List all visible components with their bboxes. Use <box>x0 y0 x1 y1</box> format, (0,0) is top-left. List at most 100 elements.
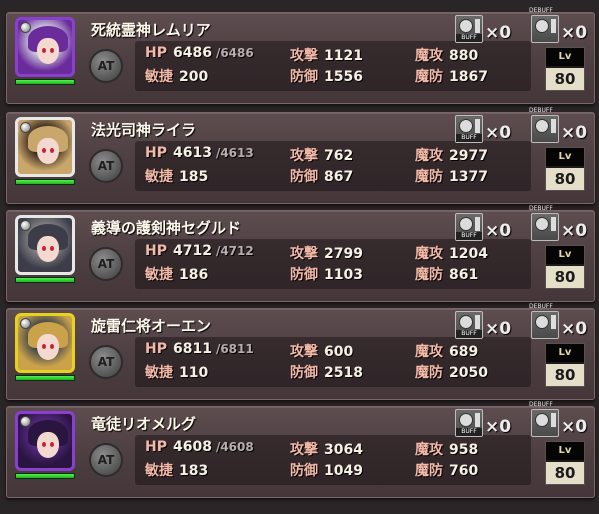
stat-max: /4608 <box>215 440 254 454</box>
portrait-eye <box>42 48 46 53</box>
debuff-icon[interactable]: DEBUFF <box>529 7 559 43</box>
stat-value: 1103 <box>324 267 363 283</box>
buff-icon[interactable]: BUFF <box>455 115 483 143</box>
level-value: 80 <box>546 462 584 484</box>
debuff-symbol-icon <box>535 315 549 329</box>
buff-icon[interactable]: BUFF <box>455 409 483 437</box>
unit-card[interactable]: 法光司神ライラ AT HP 4613/4613 敏捷 185 攻撃 762 防御 867… <box>6 107 595 204</box>
portrait-eye <box>42 344 46 349</box>
level-box: Lv 80 <box>545 343 585 387</box>
stat-label: 敏捷 <box>145 169 173 185</box>
portrait-face <box>37 138 59 164</box>
stat-magic-attack: 魔攻 880 <box>415 45 478 65</box>
stat-label: HP <box>145 145 167 161</box>
level-box: Lv 80 <box>545 245 585 289</box>
attack-type-badge: AT <box>89 345 123 379</box>
buff-arrow-icon <box>475 413 480 427</box>
debuff-icon[interactable]: DEBUFF <box>529 303 559 339</box>
stat-label: 防御 <box>290 365 318 381</box>
rarity-gem-icon <box>20 22 31 33</box>
stat-magic-attack: 魔攻 2977 <box>415 145 488 165</box>
stat-speed: 敏捷 185 <box>145 166 208 186</box>
unit-card[interactable]: 義導の護剣神セグルド AT HP 4712/4712 敏捷 186 攻撃 2799 防… <box>6 205 595 302</box>
portrait-face <box>37 236 59 262</box>
buff-icon[interactable]: BUFF <box>455 311 483 339</box>
stat-value: 2518 <box>324 365 363 381</box>
debuff-arrow-icon <box>551 19 556 33</box>
stat-max: /4712 <box>215 244 254 258</box>
stat-magic-attack: 魔攻 1204 <box>415 243 488 263</box>
unit-portrait[interactable] <box>15 411 75 471</box>
buff-icon[interactable]: BUFF <box>455 15 483 43</box>
party-list: 死統霊神レムリア AT HP 6486/6486 敏捷 200 攻撃 1121 防御 1… <box>0 0 599 514</box>
buff-arrow-icon <box>475 315 480 329</box>
stat-value: 600 <box>324 344 354 360</box>
stat-value: 6811 <box>172 341 212 357</box>
stat-max: /6486 <box>215 46 254 60</box>
debuff-tag: DEBUFF <box>529 7 553 14</box>
debuff-arrow-icon <box>551 413 556 427</box>
buff-icon[interactable]: BUFF <box>455 213 483 241</box>
stat-value: 762 <box>324 148 354 164</box>
rarity-gem-icon <box>20 318 31 329</box>
hp-bar <box>15 79 75 85</box>
buff-arrow-icon <box>475 217 480 231</box>
stat-defense: 防御 867 <box>290 166 353 186</box>
portrait-eye <box>50 442 54 447</box>
stat-attack: 攻撃 2799 <box>290 243 363 263</box>
level-value: 80 <box>546 266 584 288</box>
stat-hp: HP 6811/6811 <box>145 341 254 357</box>
unit-portrait[interactable] <box>15 17 75 77</box>
stat-hp: HP 4712/4712 <box>145 243 254 259</box>
stat-label: 魔攻 <box>415 48 443 64</box>
buff-tag: BUFF <box>456 330 482 338</box>
unit-card[interactable]: 旋雷仁将オーエン AT HP 6811/6811 敏捷 110 攻撃 600 防御 25… <box>6 303 595 400</box>
stat-label: 魔防 <box>415 267 443 283</box>
stat-max: /4613 <box>215 146 254 160</box>
debuff-arrow-icon <box>551 315 556 329</box>
stat-defense: 防御 2518 <box>290 362 363 382</box>
unit-portrait[interactable] <box>15 313 75 373</box>
stat-label: 魔防 <box>415 463 443 479</box>
stat-value: 4613 <box>172 145 212 161</box>
stat-value: 6486 <box>172 45 212 61</box>
level-label: Lv <box>546 246 584 264</box>
debuff-arrow-icon <box>551 119 556 133</box>
stat-label: 敏捷 <box>145 69 173 85</box>
stats-panel: HP 4608/4608 敏捷 183 攻撃 3064 防御 1049 魔攻 958 魔防… <box>135 435 531 485</box>
stat-magic-defense: 魔防 2050 <box>415 362 488 382</box>
unit-portrait[interactable] <box>15 117 75 177</box>
portrait-eye <box>42 246 46 251</box>
unit-card[interactable]: 死統霊神レムリア AT HP 6486/6486 敏捷 200 攻撃 1121 防御 1… <box>6 7 595 104</box>
stat-label: 防御 <box>290 169 318 185</box>
stat-value: 861 <box>449 267 479 283</box>
level-label: Lv <box>546 344 584 362</box>
unit-card[interactable]: 竜徒リオメルグ AT HP 4608/4608 敏捷 183 攻撃 3064 防御 10… <box>6 401 595 498</box>
attack-type-badge: AT <box>89 149 123 183</box>
stat-attack: 攻撃 3064 <box>290 439 363 459</box>
debuff-icon[interactable]: DEBUFF <box>529 401 559 437</box>
hp-bar-fill <box>16 278 74 282</box>
stat-attack: 攻撃 762 <box>290 145 353 165</box>
debuff-icon[interactable]: DEBUFF <box>529 205 559 241</box>
stat-label: 魔攻 <box>415 246 443 262</box>
stat-label: 魔攻 <box>415 148 443 164</box>
unit-portrait[interactable] <box>15 215 75 275</box>
debuff-icon[interactable]: DEBUFF <box>529 107 559 143</box>
stat-label: 敏捷 <box>145 267 173 283</box>
debuff-count: ×0 <box>561 319 588 339</box>
stat-hp: HP 4613/4613 <box>145 145 254 161</box>
stat-value: 183 <box>179 463 209 479</box>
stats-panel: HP 6811/6811 敏捷 110 攻撃 600 防御 2518 魔攻 689 魔防 2… <box>135 337 531 387</box>
portrait-face <box>37 334 59 360</box>
buff-arrow-icon <box>475 119 480 133</box>
stat-defense: 防御 1049 <box>290 460 363 480</box>
debuff-arrow-icon <box>551 217 556 231</box>
stats-panel: HP 4613/4613 敏捷 185 攻撃 762 防御 867 魔攻 2977 魔防 1… <box>135 141 531 191</box>
level-label: Lv <box>546 442 584 460</box>
stat-value: 186 <box>179 267 209 283</box>
level-value: 80 <box>546 364 584 386</box>
buff-count: ×0 <box>485 23 512 43</box>
stat-value: 1867 <box>449 69 488 85</box>
stat-label: HP <box>145 243 167 259</box>
